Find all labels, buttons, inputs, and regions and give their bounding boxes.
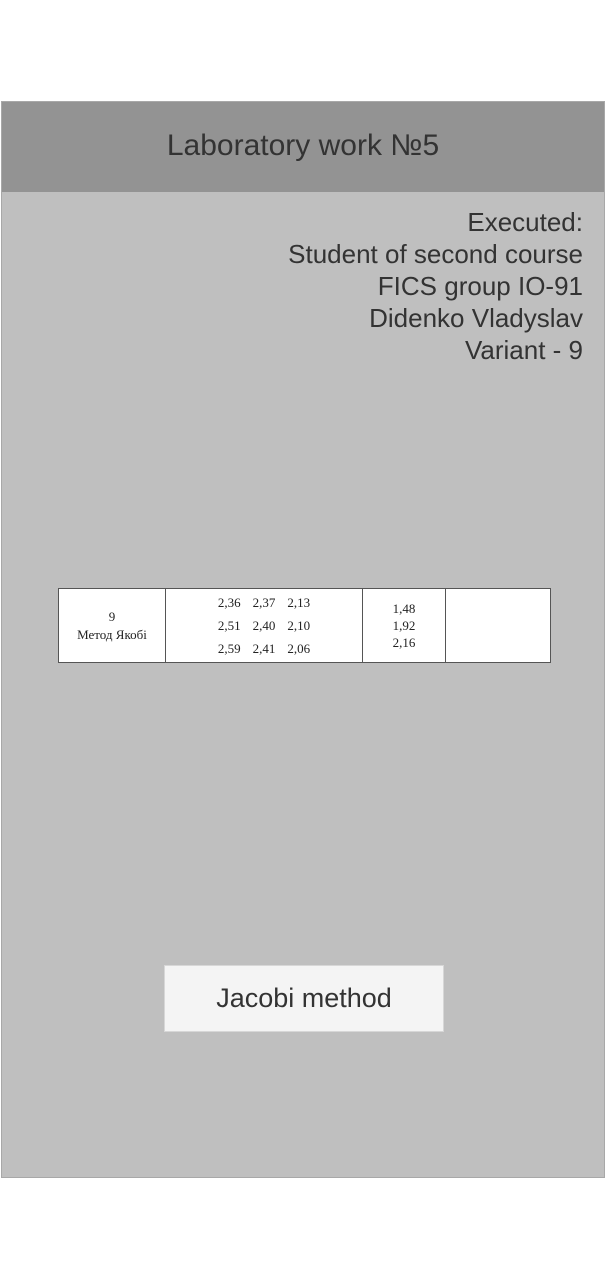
page-title: Laboratory work №5 [166,129,440,162]
variant-number: 9 [108,608,116,624]
variant-label: Variant - 9 [464,335,583,365]
vector-value: 1,92 [392,618,416,633]
matrix-row: 2,36 2,37 2,13 [212,591,316,614]
title-bar: Laboratory work №5 [2,102,604,192]
student-course: Student of second course [288,239,583,269]
jacobi-method-button[interactable]: Jacobi method [164,965,444,1032]
matrix-cell: 2,36 2,37 2,13 2,51 2,40 2,10 2,59 2,41 … [165,588,363,663]
matrix-value: 2,06 [287,641,311,656]
table-row: 9 Метод Якобі 2,36 2,37 2,13 2,51 2,40 2… [58,588,551,663]
vector-value: 2,16 [392,635,416,650]
vector-cell: 1,48 1,92 2,16 [362,588,446,663]
author-info: Executed: Student of second course FICS … [288,206,583,366]
vector-value: 1,48 [392,601,416,616]
matrix-value: 2,13 [287,595,311,610]
matrix-value: 2,41 [252,641,276,656]
matrix-value: 2,59 [217,641,241,656]
variant-cell: 9 Метод Якобі [58,588,166,663]
matrix-value: 2,10 [287,618,311,633]
empty-cell [445,588,551,663]
matrix-row: 2,59 2,41 2,06 [212,637,316,660]
coefficient-matrix: 2,36 2,37 2,13 2,51 2,40 2,10 2,59 2,41 … [212,591,316,660]
student-name: Didenko Vladyslav [369,303,583,333]
matrix-row: 2,51 2,40 2,10 [212,614,316,637]
app-screen: Laboratory work №5 Executed: Student of … [1,101,605,1178]
method-name: Метод Якобі [77,626,147,642]
matrix-value: 2,37 [252,595,276,610]
matrix-value: 2,40 [252,618,276,633]
student-group: FICS group IO-91 [377,271,583,301]
matrix-value: 2,36 [217,595,241,610]
matrix-value: 2,51 [217,618,241,633]
task-image-table: 9 Метод Якобі 2,36 2,37 2,13 2,51 2,40 2… [58,588,551,663]
executed-label: Executed: [467,207,583,237]
